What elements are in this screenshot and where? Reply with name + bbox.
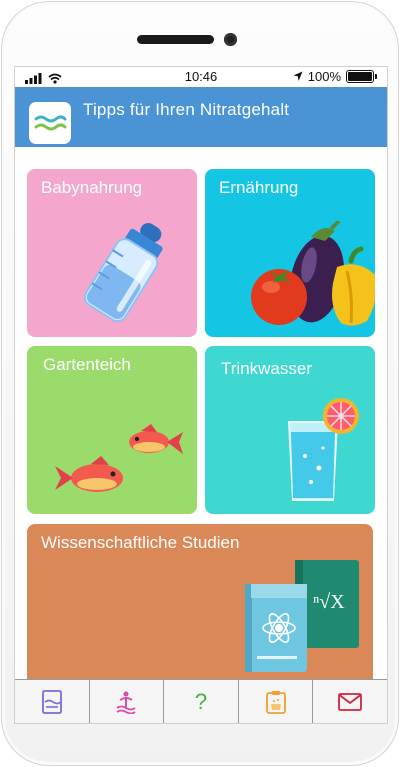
status-right: 100% <box>293 69 377 84</box>
tab-fountain[interactable] <box>90 680 165 723</box>
clipboard-icon <box>265 691 286 714</box>
status-bar: 10:46 100% <box>15 67 387 87</box>
battery-tip <box>375 74 377 79</box>
battery-icon <box>346 70 374 83</box>
help-icon: ? <box>194 689 208 714</box>
phone-speaker <box>137 35 214 44</box>
tab-bar: ? <box>15 679 387 723</box>
tab-clipboard[interactable] <box>239 680 314 723</box>
baby-bottle-icon <box>83 223 163 323</box>
tab-help[interactable]: ? <box>164 680 239 723</box>
tab-document[interactable] <box>15 680 90 723</box>
document-icon <box>41 690 62 714</box>
water-glass-icon <box>287 398 359 501</box>
phone-camera <box>224 33 237 46</box>
tile-label: Gartenteich <box>43 355 131 374</box>
tile-trinkwasser[interactable]: Trinkwasser <box>205 346 375 514</box>
tile-babynahrung[interactable]: Babynahrung <box>27 169 197 337</box>
waves-icon <box>29 102 71 144</box>
app-header: Tipps für Ihren Nitratgehalt <box>15 87 387 147</box>
location-arrow-icon <box>293 71 303 81</box>
tile-label: Ernährung <box>219 178 299 197</box>
tile-ernaehrung[interactable]: Ernährung <box>205 169 375 337</box>
page-title: Tipps für Ihren Nitratgehalt <box>83 100 290 119</box>
battery-percent: 100% <box>307 69 341 84</box>
fountain-icon <box>116 691 136 714</box>
books-icon: ⁿ√X <box>245 560 359 672</box>
tile-label: Wissenschaftliche Studien <box>41 533 240 552</box>
tile-label: Trinkwasser <box>221 359 312 378</box>
tile-label: Babynahrung <box>41 178 143 197</box>
tile-gartenteich[interactable]: Gartenteich <box>27 346 197 514</box>
vegetables-icon <box>251 221 375 326</box>
app-screen: 10:46 100% Tipps für Ihren Nitratgehalt <box>14 66 388 724</box>
phone-frame: 10:46 100% Tipps für Ihren Nitratgehalt <box>0 0 400 767</box>
tab-mail[interactable] <box>313 680 387 723</box>
mail-icon <box>338 693 363 711</box>
svg-text:ⁿ√X: ⁿ√X <box>313 591 345 613</box>
fish-icon <box>55 424 183 492</box>
